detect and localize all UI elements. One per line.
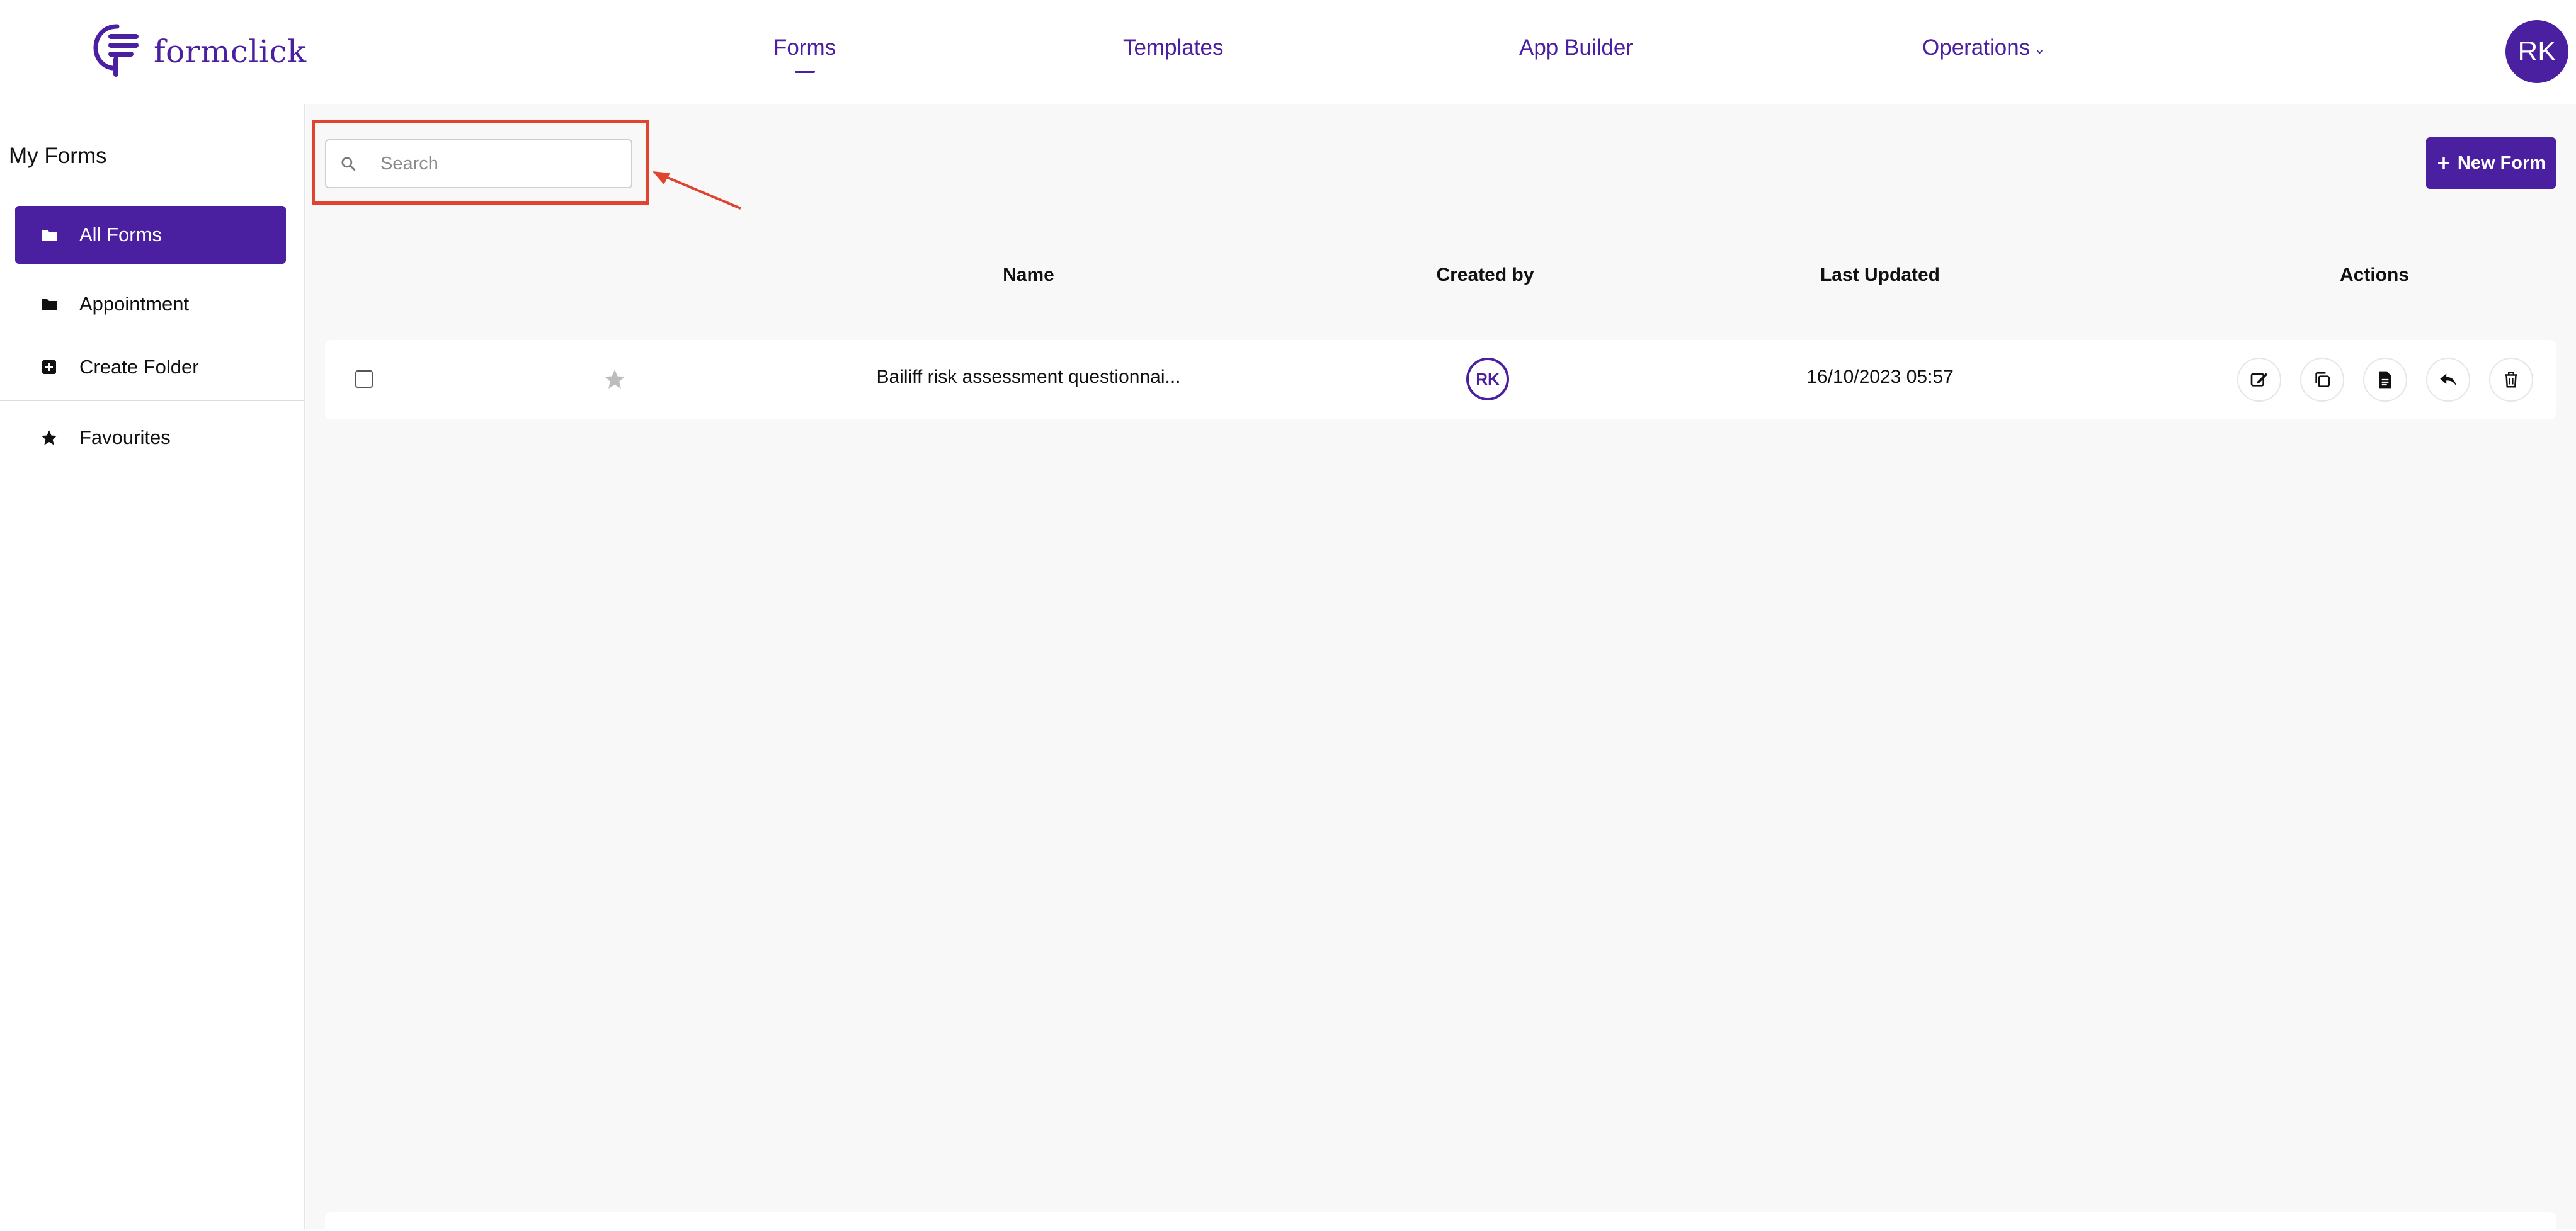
star-icon: [38, 426, 60, 449]
document-action-button[interactable]: [2363, 358, 2407, 402]
new-form-button[interactable]: New Form: [2426, 137, 2556, 189]
brand-logo[interactable]: formclick: [92, 23, 307, 81]
sidebar-item-favourites[interactable]: Favourites: [15, 409, 286, 467]
row-checkbox[interactable]: [355, 370, 373, 388]
folder-icon: [38, 293, 60, 315]
new-form-label: New Form: [2457, 152, 2546, 173]
nav-operations[interactable]: Operations ⌄: [1922, 35, 2046, 60]
sidebar: My Forms All Forms Appointment Create Fo…: [0, 104, 305, 1229]
plus-square-icon: [38, 356, 60, 378]
top-header: formclick Forms Templates App Builder Op…: [0, 0, 2576, 104]
sidebar-title: My Forms: [9, 144, 107, 168]
delete-action-button[interactable]: [2489, 358, 2533, 402]
plus-icon: [2437, 157, 2449, 169]
sidebar-item-label: Create Folder: [79, 356, 199, 378]
column-header-actions: Actions: [2339, 264, 2410, 285]
sidebar-item-label: Favourites: [79, 426, 171, 448]
search-input[interactable]: [370, 153, 631, 174]
sidebar-item-appointment[interactable]: Appointment: [15, 275, 286, 333]
trash-icon: [2505, 372, 2517, 388]
search-icon: [326, 140, 370, 187]
main-content: New Form Name Created by Last Updated Ac…: [306, 104, 2576, 1231]
column-header-last-updated[interactable]: Last Updated: [1820, 264, 1940, 286]
formclick-logo-icon: [93, 24, 139, 77]
share-back-icon: [2440, 373, 2456, 386]
brand-name: formclick: [154, 33, 307, 70]
search-box[interactable]: [325, 139, 632, 188]
table-row[interactable]: Bailiff risk assessment questionnai... R…: [325, 340, 2556, 419]
edit-action-button[interactable]: [2237, 358, 2281, 402]
bottom-panel-edge: [325, 1212, 2556, 1231]
nav-app-builder[interactable]: App Builder: [1519, 35, 1633, 60]
sidebar-item-label: Appointment: [79, 293, 190, 315]
sidebar-item-label: All Forms: [79, 224, 162, 246]
column-header-name[interactable]: Name: [1003, 264, 1054, 286]
sidebar-item-all-forms[interactable]: All Forms: [15, 206, 286, 264]
edit-icon: [2250, 373, 2268, 387]
creator-avatar: RK: [1466, 358, 1509, 400]
last-updated: 16/10/2023 05:57: [1806, 366, 1954, 387]
share-action-button[interactable]: [2426, 358, 2470, 402]
duplicate-action-button[interactable]: [2300, 358, 2344, 402]
copy-icon: [2315, 372, 2330, 387]
chevron-down-icon: ⌄: [2034, 40, 2046, 57]
user-avatar[interactable]: RK: [2505, 20, 2568, 83]
nav-operations-label: Operations: [1922, 35, 2031, 60]
favourite-star-icon[interactable]: [603, 368, 626, 394]
sidebar-divider: [0, 400, 305, 401]
nav-templates[interactable]: Templates: [1123, 35, 1224, 60]
column-header-created-by[interactable]: Created by: [1436, 264, 1534, 286]
form-name[interactable]: Bailiff risk assessment questionnai...: [876, 366, 1180, 388]
document-icon: [2379, 371, 2391, 389]
nav-forms[interactable]: Forms: [773, 35, 836, 60]
folder-icon: [38, 224, 60, 246]
annotation-arrow-icon: [653, 171, 741, 210]
sidebar-item-create-folder[interactable]: Create Folder: [15, 338, 286, 396]
